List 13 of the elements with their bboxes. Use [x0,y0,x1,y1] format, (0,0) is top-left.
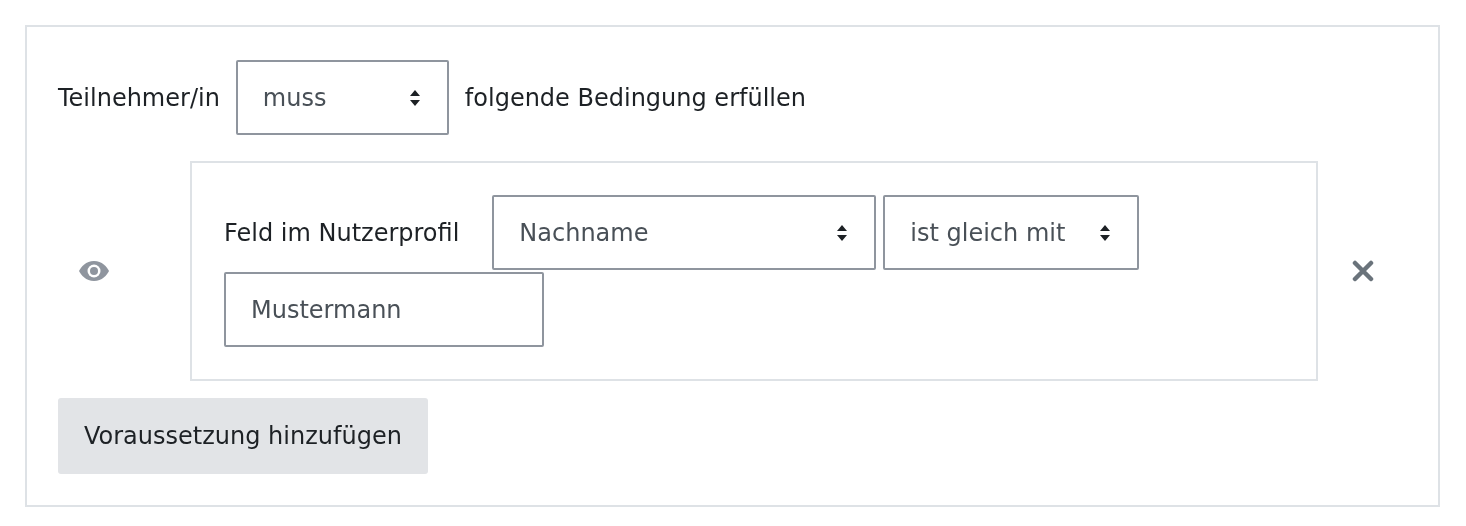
participant-label: Teilnehmer/in [58,83,220,112]
sort-arrows-icon [408,88,421,107]
profile-field-label: Feld im Nutzerprofil [224,218,460,247]
value-input[interactable]: Mustermann [224,272,544,347]
field-select[interactable]: Nachname [492,195,877,270]
condition-text: folgende Bedingung erfüllen [464,83,806,112]
operator-select[interactable]: ist gleich mit [883,195,1140,270]
eye-icon[interactable] [78,260,110,282]
sort-arrows-icon [1099,223,1112,242]
sort-arrows-icon [836,223,849,242]
requirement-select[interactable]: muss [235,60,449,135]
add-requirement-button[interactable]: Voraussetzung hinzufügen [58,398,428,474]
close-icon[interactable] [1351,260,1374,282]
